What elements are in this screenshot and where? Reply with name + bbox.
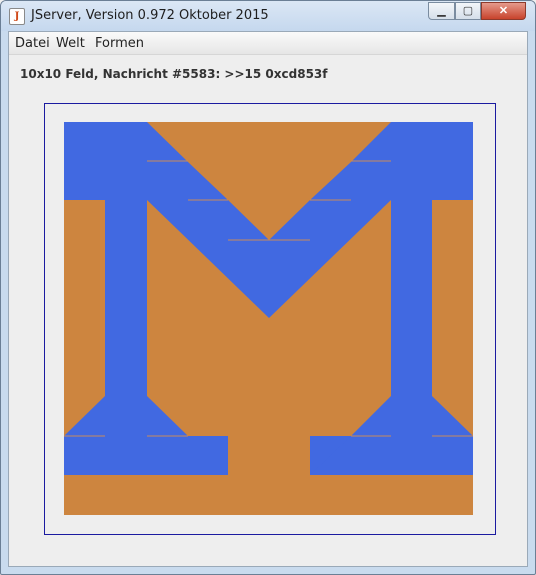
menu-welt[interactable]: Welt [56, 36, 85, 51]
maximize-button[interactable]: ▢ [455, 2, 481, 20]
close-button[interactable]: ✕ [481, 2, 526, 20]
menu-bar: Datei Welt Formen [9, 32, 527, 55]
minimize-button[interactable]: ▁ [428, 2, 455, 20]
top-left-band [64, 122, 147, 200]
top-right-band [391, 122, 473, 200]
title-bar[interactable]: J JServer, Version 0.972 Oktober 2015 ▁ … [1, 1, 535, 31]
window-title: JServer, Version 0.972 Oktober 2015 [31, 8, 269, 23]
menu-formen[interactable]: Formen [95, 36, 144, 51]
app-window: J JServer, Version 0.972 Oktober 2015 ▁ … [0, 0, 536, 575]
client-area: Datei Welt Formen 10x10 Feld, Nachricht … [8, 31, 528, 567]
board-canvas[interactable] [64, 122, 473, 515]
left-pillar [105, 200, 147, 436]
right-pillar [391, 200, 432, 436]
menu-datei[interactable]: Datei [15, 36, 50, 51]
board-frame [44, 103, 496, 535]
java-app-icon: J [9, 8, 25, 25]
status-message: 10x10 Feld, Nachricht #5583: >>15 0xcd85… [20, 67, 328, 81]
